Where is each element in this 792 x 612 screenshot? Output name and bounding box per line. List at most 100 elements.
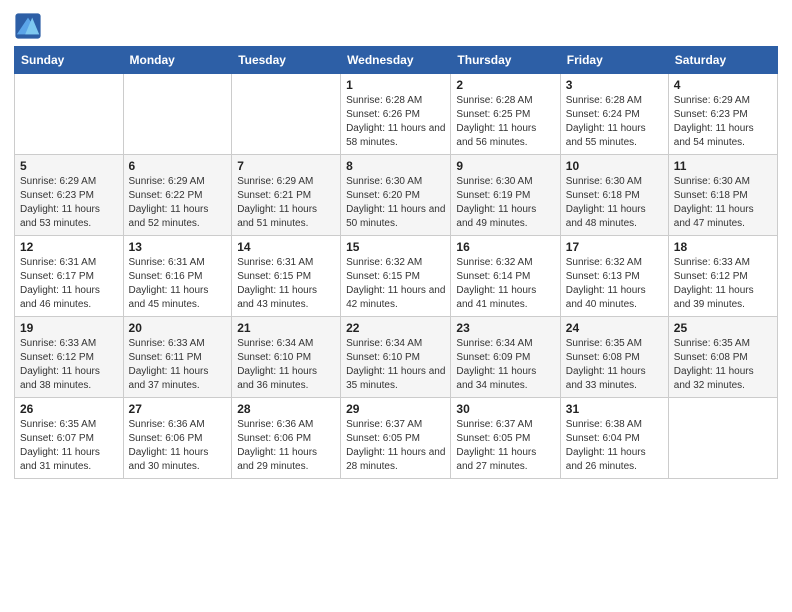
day-info: Sunrise: 6:30 AMSunset: 6:18 PMDaylight:… bbox=[674, 175, 772, 231]
day-number: 4 bbox=[674, 78, 772, 92]
week-row-3: 12 Sunrise: 6:31 AMSunset: 6:17 PMDayligh… bbox=[15, 236, 778, 317]
day-number: 5 bbox=[20, 159, 118, 173]
day-cell: 28 Sunrise: 6:36 AMSunset: 6:06 PMDayligh… bbox=[232, 398, 341, 479]
day-info: Sunrise: 6:29 AMSunset: 6:21 PMDaylight:… bbox=[237, 175, 335, 231]
day-number: 28 bbox=[237, 402, 335, 416]
day-cell bbox=[668, 398, 777, 479]
day-info: Sunrise: 6:29 AMSunset: 6:22 PMDaylight:… bbox=[129, 175, 227, 231]
day-cell: 23 Sunrise: 6:34 AMSunset: 6:09 PMDayligh… bbox=[451, 317, 560, 398]
day-number: 10 bbox=[566, 159, 663, 173]
day-info: Sunrise: 6:37 AMSunset: 6:05 PMDaylight:… bbox=[456, 418, 554, 474]
day-number: 18 bbox=[674, 240, 772, 254]
day-cell: 1 Sunrise: 6:28 AMSunset: 6:26 PMDaylight… bbox=[341, 74, 451, 155]
day-info: Sunrise: 6:31 AMSunset: 6:16 PMDaylight:… bbox=[129, 256, 227, 312]
day-number: 2 bbox=[456, 78, 554, 92]
weekday-header-saturday: Saturday bbox=[668, 47, 777, 74]
day-cell: 26 Sunrise: 6:35 AMSunset: 6:07 PMDayligh… bbox=[15, 398, 124, 479]
day-info: Sunrise: 6:32 AMSunset: 6:15 PMDaylight:… bbox=[346, 256, 445, 312]
day-info: Sunrise: 6:30 AMSunset: 6:18 PMDaylight:… bbox=[566, 175, 663, 231]
day-cell: 10 Sunrise: 6:30 AMSunset: 6:18 PMDayligh… bbox=[560, 155, 668, 236]
day-info: Sunrise: 6:37 AMSunset: 6:05 PMDaylight:… bbox=[346, 418, 445, 474]
day-cell bbox=[15, 74, 124, 155]
weekday-header-tuesday: Tuesday bbox=[232, 47, 341, 74]
day-cell: 15 Sunrise: 6:32 AMSunset: 6:15 PMDayligh… bbox=[341, 236, 451, 317]
day-cell bbox=[123, 74, 232, 155]
day-number: 16 bbox=[456, 240, 554, 254]
day-number: 3 bbox=[566, 78, 663, 92]
day-number: 25 bbox=[674, 321, 772, 335]
day-info: Sunrise: 6:33 AMSunset: 6:11 PMDaylight:… bbox=[129, 337, 227, 393]
logo-icon bbox=[14, 12, 42, 40]
day-cell: 19Sunrise: 6:33 AMSunset: 6:12 PMDayligh… bbox=[15, 317, 124, 398]
day-info: Sunrise: 6:28 AMSunset: 6:26 PMDaylight:… bbox=[346, 94, 445, 150]
day-cell: 12 Sunrise: 6:31 AMSunset: 6:17 PMDayligh… bbox=[15, 236, 124, 317]
day-info: Sunrise: 6:36 AMSunset: 6:06 PMDaylight:… bbox=[237, 418, 335, 474]
weekday-header-sunday: Sunday bbox=[15, 47, 124, 74]
day-number: 11 bbox=[674, 159, 772, 173]
day-number: 13 bbox=[129, 240, 227, 254]
day-cell: 2Sunrise: 6:28 AMSunset: 6:25 PMDaylight… bbox=[451, 74, 560, 155]
day-cell: 29 Sunrise: 6:37 AMSunset: 6:05 PMDayligh… bbox=[341, 398, 451, 479]
day-number: 26 bbox=[20, 402, 118, 416]
day-number: 30 bbox=[456, 402, 554, 416]
day-info: Sunrise: 6:31 AMSunset: 6:15 PMDaylight:… bbox=[237, 256, 335, 312]
day-info: Sunrise: 6:32 AMSunset: 6:14 PMDaylight:… bbox=[456, 256, 554, 312]
day-number: 9 bbox=[456, 159, 554, 173]
day-info: Sunrise: 6:29 AMSunset: 6:23 PMDaylight:… bbox=[20, 175, 118, 231]
day-cell: 9 Sunrise: 6:30 AMSunset: 6:19 PMDaylight… bbox=[451, 155, 560, 236]
day-number: 1 bbox=[346, 78, 445, 92]
day-number: 17 bbox=[566, 240, 663, 254]
day-info: Sunrise: 6:34 AMSunset: 6:10 PMDaylight:… bbox=[237, 337, 335, 393]
day-number: 12 bbox=[20, 240, 118, 254]
day-info: Sunrise: 6:28 AMSunset: 6:24 PMDaylight:… bbox=[566, 94, 663, 150]
day-info: Sunrise: 6:35 AMSunset: 6:07 PMDaylight:… bbox=[20, 418, 118, 474]
weekday-header-friday: Friday bbox=[560, 47, 668, 74]
day-cell: 14 Sunrise: 6:31 AMSunset: 6:15 PMDayligh… bbox=[232, 236, 341, 317]
day-number: 14 bbox=[237, 240, 335, 254]
day-cell bbox=[232, 74, 341, 155]
day-cell: 16 Sunrise: 6:32 AMSunset: 6:14 PMDayligh… bbox=[451, 236, 560, 317]
day-info: Sunrise: 6:33 AMSunset: 6:12 PMDaylight:… bbox=[674, 256, 772, 312]
week-row-4: 19Sunrise: 6:33 AMSunset: 6:12 PMDayligh… bbox=[15, 317, 778, 398]
day-number: 21 bbox=[237, 321, 335, 335]
weekday-header-thursday: Thursday bbox=[451, 47, 560, 74]
logo bbox=[14, 14, 44, 40]
day-cell: 30 Sunrise: 6:37 AMSunset: 6:05 PMDayligh… bbox=[451, 398, 560, 479]
weekday-header-row: SundayMondayTuesdayWednesdayThursdayFrid… bbox=[15, 47, 778, 74]
day-cell: 22 Sunrise: 6:34 AMSunset: 6:10 PMDayligh… bbox=[341, 317, 451, 398]
day-cell: 5 Sunrise: 6:29 AMSunset: 6:23 PMDaylight… bbox=[15, 155, 124, 236]
day-info: Sunrise: 6:31 AMSunset: 6:17 PMDaylight:… bbox=[20, 256, 118, 312]
day-number: 20 bbox=[129, 321, 227, 335]
day-cell: 4Sunrise: 6:29 AMSunset: 6:23 PMDaylight… bbox=[668, 74, 777, 155]
day-cell: 31Sunrise: 6:38 AMSunset: 6:04 PMDayligh… bbox=[560, 398, 668, 479]
day-cell: 18 Sunrise: 6:33 AMSunset: 6:12 PMDayligh… bbox=[668, 236, 777, 317]
day-info: Sunrise: 6:33 AMSunset: 6:12 PMDaylight:… bbox=[20, 337, 118, 393]
day-number: 27 bbox=[129, 402, 227, 416]
day-info: Sunrise: 6:36 AMSunset: 6:06 PMDaylight:… bbox=[129, 418, 227, 474]
day-number: 6 bbox=[129, 159, 227, 173]
day-cell: 25Sunrise: 6:35 AMSunset: 6:08 PMDayligh… bbox=[668, 317, 777, 398]
day-number: 7 bbox=[237, 159, 335, 173]
day-info: Sunrise: 6:34 AMSunset: 6:10 PMDaylight:… bbox=[346, 337, 445, 393]
day-number: 8 bbox=[346, 159, 445, 173]
day-info: Sunrise: 6:30 AMSunset: 6:20 PMDaylight:… bbox=[346, 175, 445, 231]
day-cell: 17 Sunrise: 6:32 AMSunset: 6:13 PMDayligh… bbox=[560, 236, 668, 317]
day-info: Sunrise: 6:34 AMSunset: 6:09 PMDaylight:… bbox=[456, 337, 554, 393]
day-info: Sunrise: 6:32 AMSunset: 6:13 PMDaylight:… bbox=[566, 256, 663, 312]
header bbox=[14, 10, 778, 40]
day-number: 29 bbox=[346, 402, 445, 416]
day-info: Sunrise: 6:30 AMSunset: 6:19 PMDaylight:… bbox=[456, 175, 554, 231]
day-number: 23 bbox=[456, 321, 554, 335]
day-number: 15 bbox=[346, 240, 445, 254]
week-row-1: 1 Sunrise: 6:28 AMSunset: 6:26 PMDaylight… bbox=[15, 74, 778, 155]
page: SundayMondayTuesdayWednesdayThursdayFrid… bbox=[0, 0, 792, 612]
day-cell: 21 Sunrise: 6:34 AMSunset: 6:10 PMDayligh… bbox=[232, 317, 341, 398]
day-number: 31 bbox=[566, 402, 663, 416]
day-cell: 20 Sunrise: 6:33 AMSunset: 6:11 PMDayligh… bbox=[123, 317, 232, 398]
day-cell: 3 Sunrise: 6:28 AMSunset: 6:24 PMDaylight… bbox=[560, 74, 668, 155]
day-number: 22 bbox=[346, 321, 445, 335]
day-info: Sunrise: 6:35 AMSunset: 6:08 PMDaylight:… bbox=[566, 337, 663, 393]
week-row-5: 26 Sunrise: 6:35 AMSunset: 6:07 PMDayligh… bbox=[15, 398, 778, 479]
weekday-header-wednesday: Wednesday bbox=[341, 47, 451, 74]
day-cell: 11 Sunrise: 6:30 AMSunset: 6:18 PMDayligh… bbox=[668, 155, 777, 236]
